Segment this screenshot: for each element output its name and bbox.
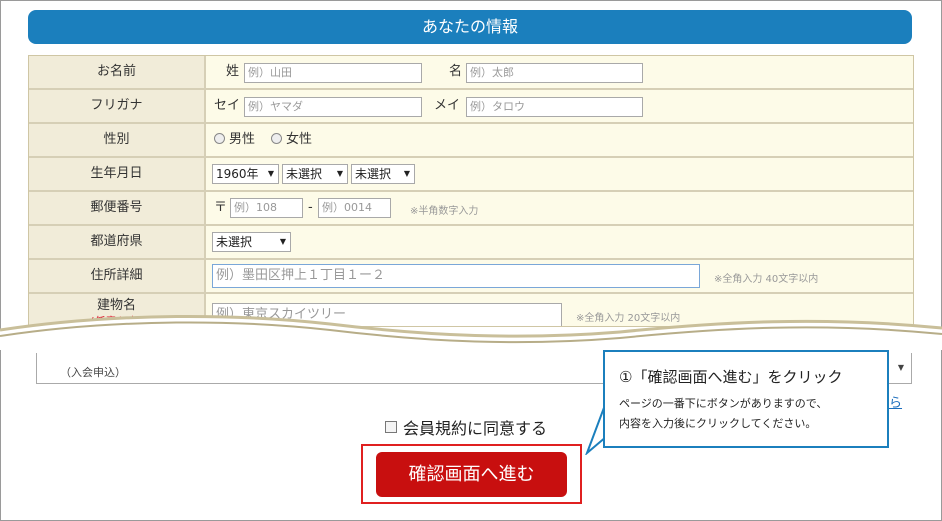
gender-label: 性別: [29, 124, 206, 156]
callout-title: ①「確認画面へ進む」をクリック: [619, 368, 843, 386]
first-name-label: 名: [449, 64, 463, 79]
address-input[interactable]: 例）墨田区押上１丁目１ー２: [212, 264, 700, 288]
row-gender: 性別 男性 女性: [29, 124, 913, 158]
postal-label: 郵便番号: [29, 192, 206, 224]
scroll-down-icon[interactable]: ▼: [893, 358, 909, 378]
gender-female-option[interactable]: 女性: [271, 132, 312, 148]
confirm-button[interactable]: 確認画面へ進む: [376, 452, 567, 497]
prefecture-select[interactable]: 未選択 ▼: [212, 232, 291, 252]
last-name-label: 姓: [226, 64, 240, 79]
postal-note: ※半角数字入力: [410, 206, 479, 217]
row-postal: 郵便番号 〒 例）108 - 例）0014 ※半角数字入力: [29, 192, 913, 226]
prefecture-label: 都道府県: [29, 226, 206, 258]
dropdown-arrow-icon: ▼: [267, 169, 274, 178]
birth-day-select[interactable]: 未選択 ▼: [351, 164, 415, 184]
dropdown-arrow-icon: ▼: [336, 169, 343, 178]
dropdown-arrow-icon: ▼: [279, 237, 286, 246]
first-kana-label: メイ: [434, 98, 461, 113]
agree-label: 会員規約に同意する: [403, 419, 548, 438]
row-address: 住所詳細 例）墨田区押上１丁目１ー２ ※全角入力 40文字以内: [29, 260, 913, 294]
agree-checkbox-row[interactable]: 会員規約に同意する: [385, 415, 547, 439]
birth-month-select[interactable]: 未選択 ▼: [282, 164, 348, 184]
user-info-form: お名前 姓 例）山田 名 例）太郎 フリガナ セイ 例）ヤマダ メイ 例）タロウ…: [28, 55, 914, 327]
section-header: あなたの情報: [28, 10, 912, 44]
first-name-input[interactable]: 例）太郎: [466, 63, 643, 83]
name-label: お名前: [29, 56, 206, 88]
postal-mark: 〒: [214, 200, 228, 215]
row-prefecture: 都道府県 未選択 ▼: [29, 226, 913, 260]
last-kana-input[interactable]: 例）ヤマダ: [244, 97, 422, 117]
gender-male-option[interactable]: 男性: [214, 132, 255, 148]
row-name: お名前 姓 例）山田 名 例）太郎: [29, 56, 913, 90]
birth-year-select[interactable]: 1960年 ▼: [212, 164, 279, 184]
postal-dash: -: [308, 200, 313, 215]
first-kana-input[interactable]: 例）タロウ: [466, 97, 643, 117]
postal-first-input[interactable]: 例）108: [230, 198, 303, 218]
last-kana-label: セイ: [214, 98, 241, 113]
radio-icon[interactable]: [271, 133, 282, 144]
address-label: 住所詳細: [29, 260, 206, 292]
address-note: ※全角入力 40文字以内: [714, 274, 819, 285]
terms-box-label: （入会申込）: [60, 366, 126, 379]
dropdown-arrow-icon: ▼: [403, 169, 410, 178]
radio-icon[interactable]: [214, 133, 225, 144]
checkbox-icon[interactable]: [385, 421, 397, 433]
page-break-wave: [0, 314, 942, 350]
last-name-input[interactable]: 例）山田: [244, 63, 422, 83]
instruction-callout: ①「確認画面へ進む」をクリック ページの一番下にボタンがありますので、 内容を入…: [603, 350, 889, 448]
callout-body: ページの一番下にボタンがありますので、 内容を入力後にクリックしてください。: [619, 397, 828, 430]
kana-label: フリガナ: [29, 90, 206, 122]
row-birthday: 生年月日 1960年 ▼ 未選択 ▼ 未選択 ▼: [29, 158, 913, 192]
postal-second-input[interactable]: 例）0014: [318, 198, 391, 218]
birthday-label: 生年月日: [29, 158, 206, 190]
row-kana: フリガナ セイ 例）ヤマダ メイ 例）タロウ: [29, 90, 913, 124]
